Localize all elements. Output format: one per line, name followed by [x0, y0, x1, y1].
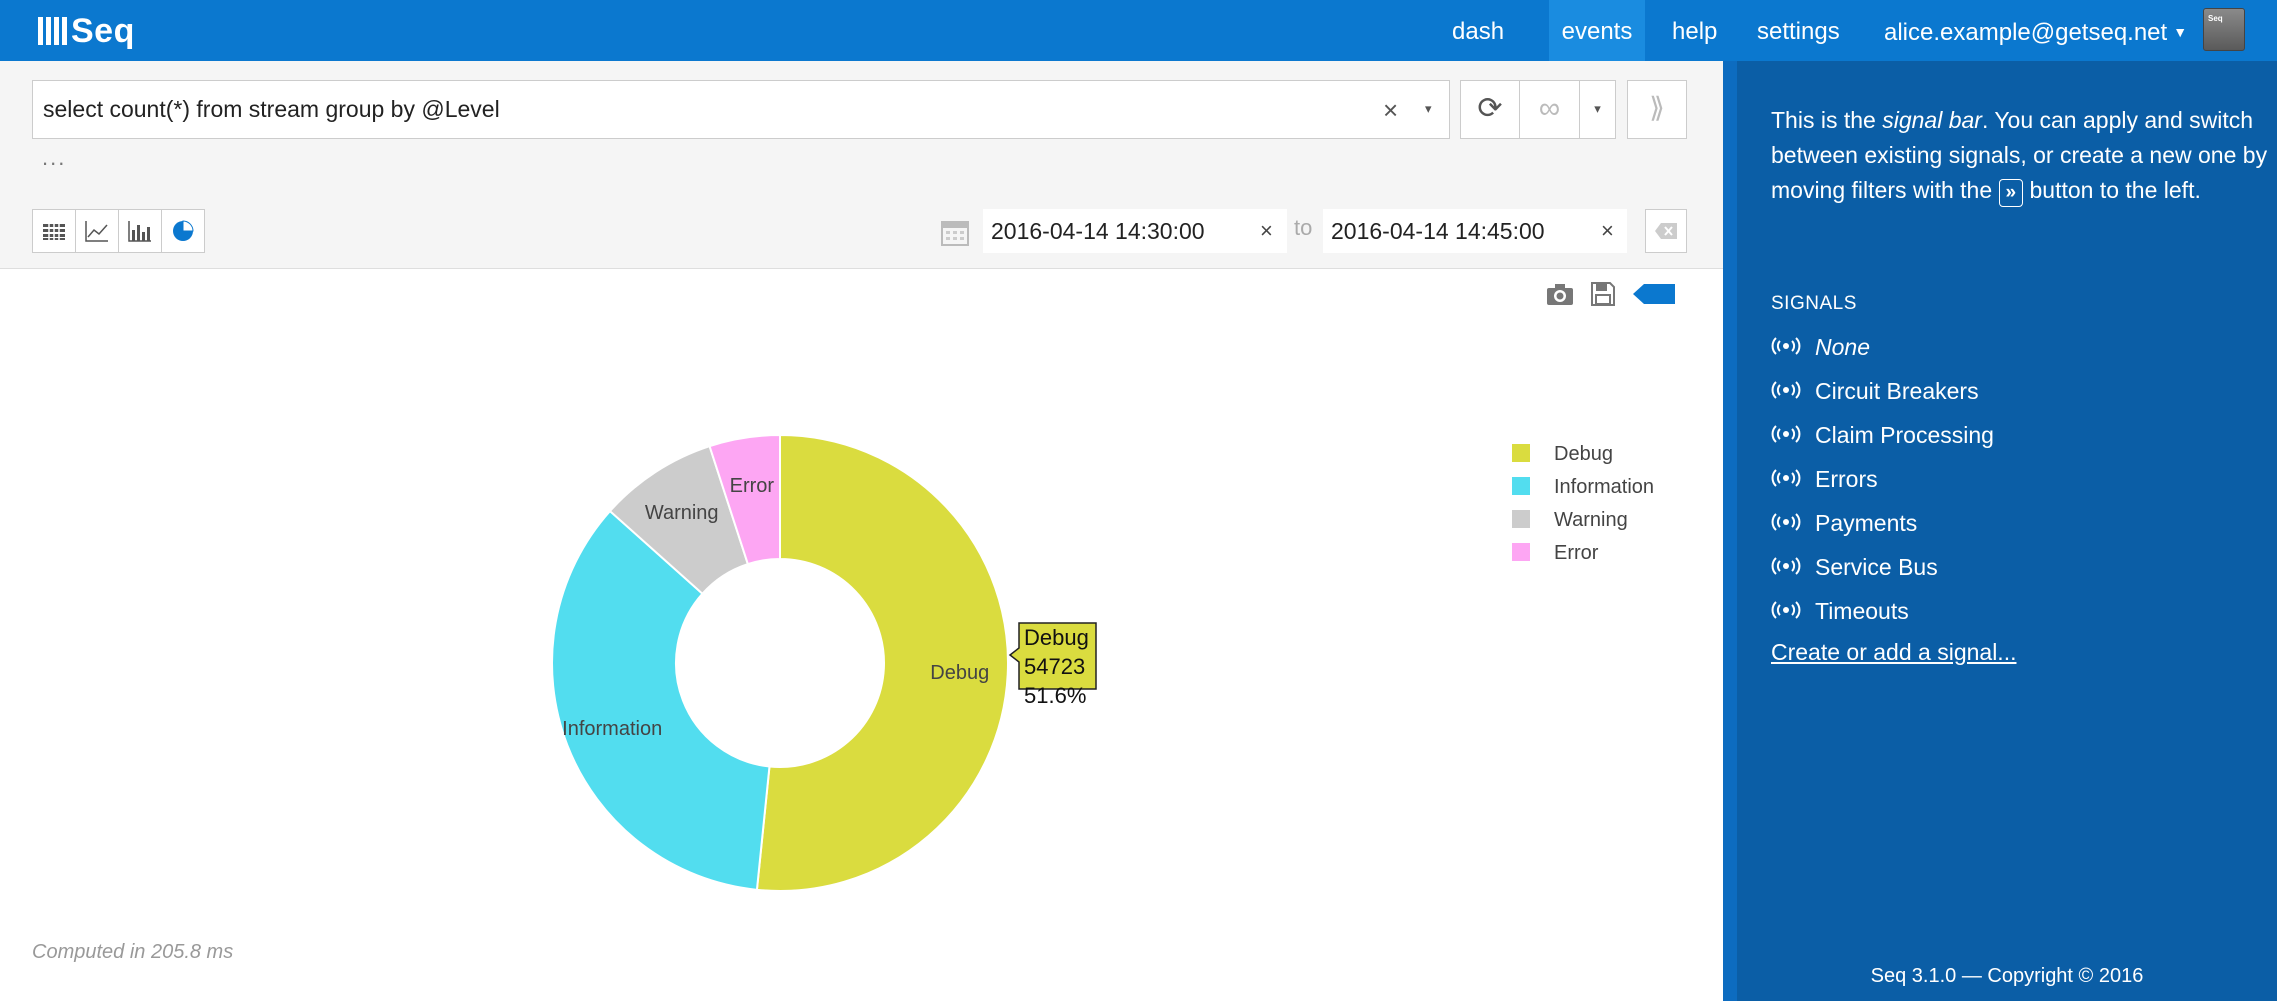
refresh-button[interactable]: ⟳: [1460, 80, 1520, 139]
slice-label: Debug: [930, 662, 989, 684]
date-from-field: ×: [983, 209, 1287, 253]
signal-label: Errors: [1815, 465, 1878, 492]
line-chart-icon: [85, 221, 108, 242]
computed-time: Computed in 205.8 ms: [32, 941, 234, 963]
logo-bars-icon: [38, 17, 67, 45]
filter-bar: × ▾ ⟳ ∞ ▾ ⟫ ... × to: [0, 61, 1723, 269]
signal-label: Claim Processing: [1815, 421, 1994, 448]
signal-item[interactable]: Service Bus: [1771, 545, 1994, 589]
nav-help[interactable]: help: [1672, 0, 1717, 61]
tooltip-line: Debug: [1024, 625, 1089, 650]
pie-view-button[interactable]: [161, 209, 205, 253]
move-filter-button[interactable]: ⟫: [1627, 80, 1687, 139]
legend-swatch: [1512, 444, 1530, 462]
clear-to-icon[interactable]: ×: [1601, 218, 1614, 244]
signal-bar: This is the signal bar. You can apply an…: [1723, 61, 2277, 1001]
query-box: × ▾: [32, 80, 1450, 139]
signal-icon: [1771, 334, 1801, 361]
date-to-input[interactable]: [1331, 209, 1571, 253]
signal-label: None: [1815, 333, 1870, 360]
legend-item[interactable]: Information: [1554, 476, 1654, 498]
signals-heading: SIGNALS: [1771, 293, 1857, 314]
legend-swatch: [1512, 543, 1530, 561]
signal-label: Payments: [1815, 509, 1918, 536]
intro-text-end: button to the left.: [2023, 177, 2201, 203]
signal-icon: [1771, 378, 1801, 405]
range-to-label: to: [1294, 215, 1313, 240]
signal-label: Service Bus: [1815, 553, 1938, 580]
signal-bar-intro: This is the signal bar. You can apply an…: [1771, 103, 2271, 208]
tooltip-line: 54723: [1024, 654, 1085, 679]
table-view-button[interactable]: [32, 209, 76, 253]
signal-item[interactable]: Errors: [1771, 457, 1994, 501]
slice-label: Error: [730, 475, 775, 497]
signal-item[interactable]: Timeouts: [1771, 589, 1994, 633]
pie-chart-icon: [173, 220, 194, 241]
tooltip-line: 51.6%: [1024, 683, 1086, 708]
top-nav: Seq dash events help settings alice.exam…: [0, 0, 2277, 61]
date-from-input[interactable]: [991, 209, 1231, 253]
view-switcher: [32, 209, 205, 253]
table-icon: [43, 224, 65, 240]
legend-swatch: [1512, 477, 1530, 495]
move-filter-key: »: [1998, 179, 2024, 207]
version-footer: Seq 3.1.0 — Copyright © 2016: [1870, 965, 2144, 987]
signal-list: None Circuit Breakers Claim Processing Erro…: [1771, 325, 1994, 633]
legend-swatch: [1512, 510, 1530, 528]
main-area: × ▾ ⟳ ∞ ▾ ⟫ ... × to: [0, 61, 1723, 1001]
date-to-field: ×: [1323, 209, 1627, 253]
signal-icon: [1771, 510, 1801, 537]
signal-item[interactable]: Claim Processing: [1771, 413, 1994, 457]
bar-chart-icon: [128, 221, 151, 242]
legend-item[interactable]: Error: [1554, 542, 1599, 564]
logo-text: Seq: [71, 11, 135, 50]
intro-text-start: This is the: [1771, 107, 1883, 133]
calendar-icon[interactable]: [940, 217, 970, 247]
signal-icon: [1771, 598, 1801, 625]
avatar-label: Seq: [2208, 14, 2223, 23]
user-email: alice.example@getseq.net: [1884, 19, 2168, 46]
clear-query-icon[interactable]: ×: [1383, 95, 1398, 126]
query-input[interactable]: [43, 81, 1363, 138]
pie-chart: Debug Information Warning Error Debug Inform…: [551, 433, 1654, 892]
line-view-button[interactable]: [75, 209, 119, 253]
chevron-down-icon: ▼: [2173, 24, 2188, 40]
history-dropdown-icon[interactable]: ▾: [1425, 101, 1432, 117]
tail-options-button[interactable]: ▾: [1580, 80, 1616, 139]
signal-item[interactable]: None: [1771, 325, 1994, 369]
legend-item[interactable]: Debug: [1554, 443, 1613, 465]
backspace-icon: [1655, 223, 1677, 239]
more-options[interactable]: ...: [42, 145, 66, 171]
clear-from-icon[interactable]: ×: [1260, 218, 1273, 244]
signal-label: Circuit Breakers: [1815, 377, 1979, 404]
avatar[interactable]: Seq: [2203, 8, 2245, 51]
tail-button[interactable]: ∞: [1520, 80, 1580, 139]
nav-settings[interactable]: settings: [1757, 0, 1840, 61]
signal-label: Timeouts: [1815, 597, 1909, 624]
create-signal-link[interactable]: Create or add a signal...: [1771, 639, 2016, 666]
slice-label: Information: [562, 718, 662, 740]
clear-range-button[interactable]: [1645, 209, 1687, 253]
signal-icon: [1771, 466, 1801, 493]
signal-item[interactable]: Payments: [1771, 501, 1994, 545]
nav-dash[interactable]: dash: [1452, 0, 1504, 61]
signal-icon: [1771, 422, 1801, 449]
bar-view-button[interactable]: [118, 209, 162, 253]
seq-logo[interactable]: Seq: [38, 12, 135, 50]
signal-item[interactable]: Circuit Breakers: [1771, 369, 1994, 413]
intro-emphasis: signal bar: [1882, 107, 1982, 133]
signal-icon: [1771, 554, 1801, 581]
user-menu[interactable]: alice.example@getseq.net ▼: [1884, 0, 2187, 61]
slice-label: Warning: [645, 502, 719, 524]
nav-events[interactable]: events: [1549, 0, 1645, 61]
legend-item[interactable]: Warning: [1554, 509, 1628, 531]
